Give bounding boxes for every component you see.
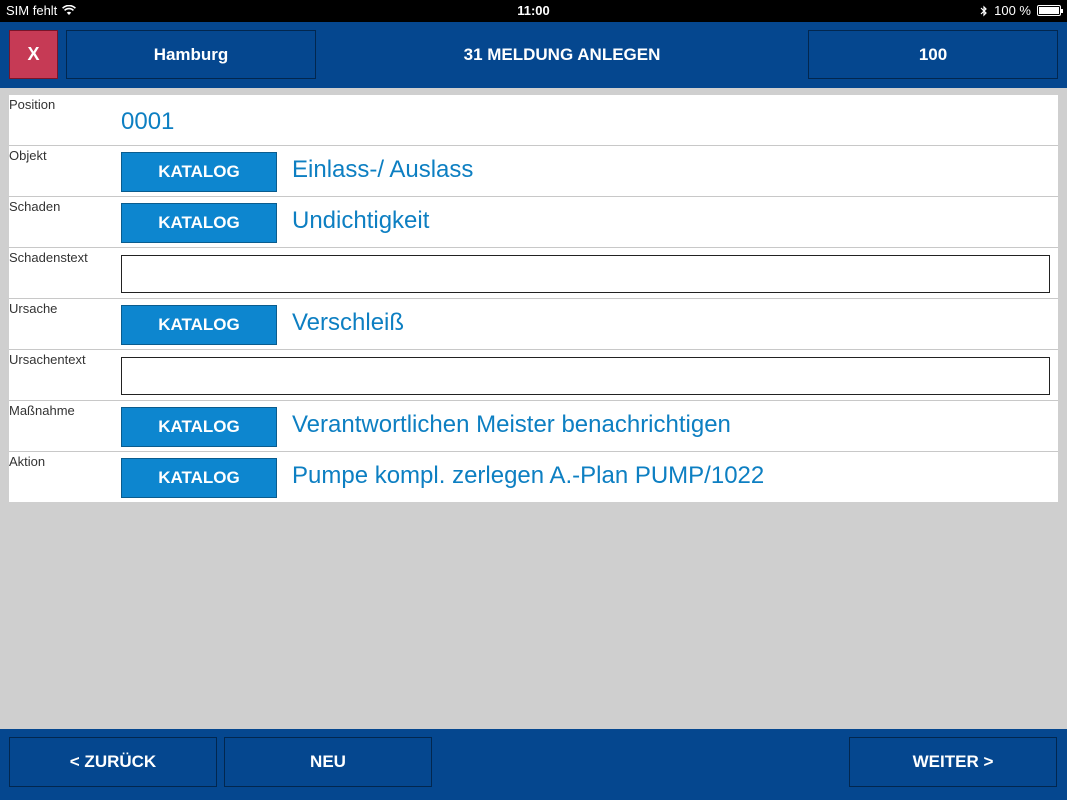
- close-button[interactable]: X: [9, 30, 58, 79]
- number-button[interactable]: 100: [808, 30, 1058, 79]
- ursache-value: Verschleiß: [292, 309, 405, 336]
- ursache-katalog-button[interactable]: KATALOG: [121, 305, 277, 345]
- aktion-katalog-button[interactable]: KATALOG: [121, 458, 277, 498]
- massnahme-value: Verantwortlichen Meister benachrichtigen: [292, 411, 731, 438]
- form-row-aktion: Aktion KATALOG Pumpe kompl. zerlegen A.-…: [9, 452, 1058, 503]
- location-button[interactable]: Hamburg: [66, 30, 316, 79]
- objekt-katalog-button[interactable]: KATALOG: [121, 152, 277, 192]
- massnahme-katalog-button[interactable]: KATALOG: [121, 407, 277, 447]
- battery-icon: [1037, 5, 1063, 16]
- schaden-label: Schaden: [9, 199, 61, 214]
- form-row-ursache: Ursache KATALOG Verschleiß: [9, 299, 1058, 350]
- aktion-label: Aktion: [9, 454, 46, 469]
- form-row-position: Position 0001: [9, 95, 1058, 146]
- footer-bar: < ZURÜCK NEU WEITER >: [0, 729, 1067, 800]
- objekt-label: Objekt: [9, 148, 47, 163]
- aktion-value: Pumpe kompl. zerlegen A.-Plan PUMP/1022: [292, 462, 765, 489]
- next-button[interactable]: WEITER >: [849, 737, 1057, 787]
- ursache-label: Ursache: [9, 301, 58, 316]
- ursachentext-label: Ursachentext: [9, 352, 86, 367]
- ursachentext-input[interactable]: [121, 357, 1050, 395]
- form-row-objekt: Objekt KATALOG Einlass-/ Auslass: [9, 146, 1058, 197]
- form-row-schadenstext: Schadenstext: [9, 248, 1058, 299]
- clock: 11:00: [517, 3, 550, 18]
- report-form: Position 0001 Objekt KATALOG Einlass-/ A…: [9, 95, 1058, 502]
- schadenstext-input[interactable]: [121, 255, 1050, 293]
- position-label: Position: [9, 97, 56, 112]
- bluetooth-icon: [980, 5, 987, 16]
- new-button[interactable]: NEU: [224, 737, 432, 787]
- back-button[interactable]: < ZURÜCK: [9, 737, 217, 787]
- form-row-schaden: Schaden KATALOG Undichtigkeit: [9, 197, 1058, 248]
- form-row-ursachentext: Ursachentext: [9, 350, 1058, 401]
- schadenstext-label: Schadenstext: [9, 250, 88, 265]
- massnahme-label: Maßnahme: [9, 403, 75, 418]
- position-value: 0001: [121, 108, 175, 135]
- objekt-value: Einlass-/ Auslass: [292, 156, 474, 183]
- schaden-value: Undichtigkeit: [292, 207, 430, 234]
- battery-percentage: 100 %: [994, 3, 1031, 18]
- schaden-katalog-button[interactable]: KATALOG: [121, 203, 277, 243]
- status-bar: SIM fehlt 11:00 100 %: [0, 0, 1067, 22]
- form-row-massnahme: Maßnahme KATALOG Verantwortlichen Meiste…: [9, 401, 1058, 452]
- page-title: 31 MELDUNG ANLEGEN: [463, 44, 661, 64]
- header-bar: X Hamburg 31 MELDUNG ANLEGEN 100: [0, 22, 1067, 88]
